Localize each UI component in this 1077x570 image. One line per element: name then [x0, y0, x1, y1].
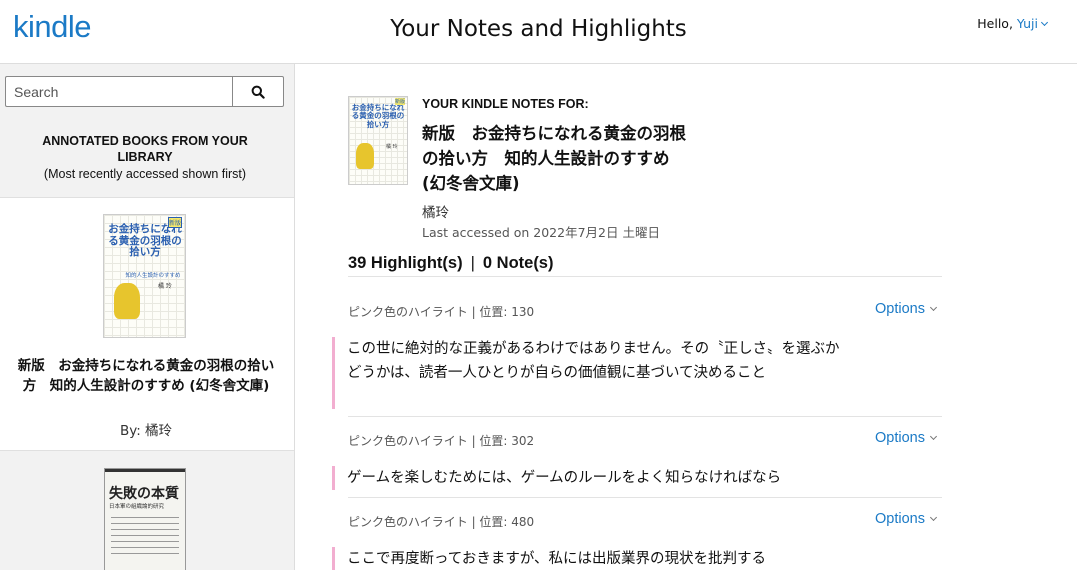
highlight-meta: ピンク色のハイライト | 位置: 130: [348, 305, 535, 319]
sidebar-subheading: (Most recently accessed shown first): [43, 167, 247, 181]
chevron-down-icon[interactable]: [929, 303, 938, 312]
cover-title: お金持ちになれる黄金の羽根の拾い方: [351, 103, 405, 129]
chevron-down-icon[interactable]: [1040, 18, 1049, 27]
highlight-text: ゲームを楽しむためには、ゲームのルールをよく知らなければなら: [332, 466, 852, 490]
sidebar-book-author: By: 橘玲: [119, 423, 173, 439]
options-label[interactable]: Options: [875, 430, 925, 446]
cover-badge: 新版: [394, 98, 405, 105]
highlight-text: この世に絶対的な正義があるわけではありません。その〝正しさ〟を選ぶかどうかは、読…: [332, 337, 852, 409]
options-label[interactable]: Options: [875, 511, 925, 527]
options-dropdown[interactable]: Options: [875, 430, 938, 446]
cover-figure: [356, 143, 374, 169]
options-dropdown[interactable]: Options: [875, 301, 938, 317]
cover-figure: [114, 283, 140, 319]
main-content: お金持ちになれる黄金の羽根の拾い方 新版 橘 玲 YOUR KINDLE NOT…: [296, 64, 1077, 570]
page-title: Your Notes and Highlights: [390, 16, 687, 42]
book-author: 橘玲: [422, 205, 449, 221]
cover-subtitle: 知的人生設計のすすめ: [125, 273, 181, 279]
notes-for-label: YOUR KINDLE NOTES FOR:: [422, 97, 589, 111]
account-menu[interactable]: Hello, Yuji: [977, 16, 1049, 31]
chevron-down-icon[interactable]: [929, 432, 938, 441]
cover-text-lines: [111, 517, 179, 557]
notes-count: 0 Note(s): [482, 254, 554, 272]
sidebar-header: ANNOTATED BOOKS FROM YOUR LIBRARY (Most …: [0, 64, 294, 198]
cover-author: 橘 玲: [158, 283, 172, 290]
book-title: 新版 お金持ちになれる黄金の羽根の拾い方 知的人生設計のすすめ (幻冬舎文庫): [422, 124, 686, 193]
sidebar: ANNOTATED BOOKS FROM YOUR LIBRARY (Most …: [0, 64, 295, 570]
highlight-meta: ピンク色のハイライト | 位置: 480: [348, 515, 535, 529]
options-label[interactable]: Options: [875, 301, 925, 317]
search-icon: [251, 85, 265, 99]
cover-subtitle: 日本軍の組織論的研究: [109, 504, 165, 510]
cover-title: お金持ちになれる黄金の羽根の拾い方: [108, 223, 182, 259]
divider: [348, 416, 942, 417]
greeting-text: Hello,: [977, 16, 1013, 31]
sidebar-heading: ANNOTATED BOOKS FROM YOUR LIBRARY: [42, 134, 248, 164]
annotation-counts: 39 Highlight(s) | 0 Note(s): [348, 254, 553, 273]
cover-title: 失敗の本質: [109, 486, 179, 502]
cover-badge: 新版: [167, 217, 182, 228]
search-button[interactable]: [232, 76, 284, 107]
chevron-down-icon[interactable]: [929, 513, 938, 522]
cover-band: [105, 469, 185, 472]
book-cover[interactable]: 失敗の本質 日本軍の組織論的研究: [104, 468, 186, 570]
options-dropdown[interactable]: Options: [875, 511, 938, 527]
divider: [348, 497, 942, 498]
sidebar-book-item[interactable]: 失敗の本質 日本軍の組織論的研究: [0, 451, 294, 570]
divider: [348, 276, 942, 277]
search-input[interactable]: [5, 76, 233, 107]
highlight-meta: ピンク色のハイライト | 位置: 302: [348, 434, 535, 448]
sidebar-book-item[interactable]: お金持ちになれる黄金の羽根の拾い方 新版 知的人生設計のすすめ 橘 玲 新版 お…: [0, 198, 294, 451]
sidebar-book-title[interactable]: 新版 お金持ちになれる黄金の羽根の拾い方 知的人生設計のすすめ (幻冬舎文庫): [15, 356, 277, 396]
book-cover[interactable]: お金持ちになれる黄金の羽根の拾い方 新版 知的人生設計のすすめ 橘 玲: [103, 214, 186, 338]
highlights-count: 39 Highlight(s): [348, 254, 463, 272]
highlight-text: ここで再度断っておきますが、私には出版業界の現状を批判する: [332, 547, 852, 570]
cover-author: 橘 玲: [386, 144, 398, 150]
user-name[interactable]: Yuji: [1017, 16, 1038, 31]
book-cover: お金持ちになれる黄金の羽根の拾い方 新版 橘 玲: [348, 96, 408, 185]
header: kindle Your Notes and Highlights Hello, …: [0, 0, 1077, 64]
count-separator: |: [470, 254, 475, 272]
last-accessed: Last accessed on 2022年7月2日 土曜日: [422, 225, 660, 240]
